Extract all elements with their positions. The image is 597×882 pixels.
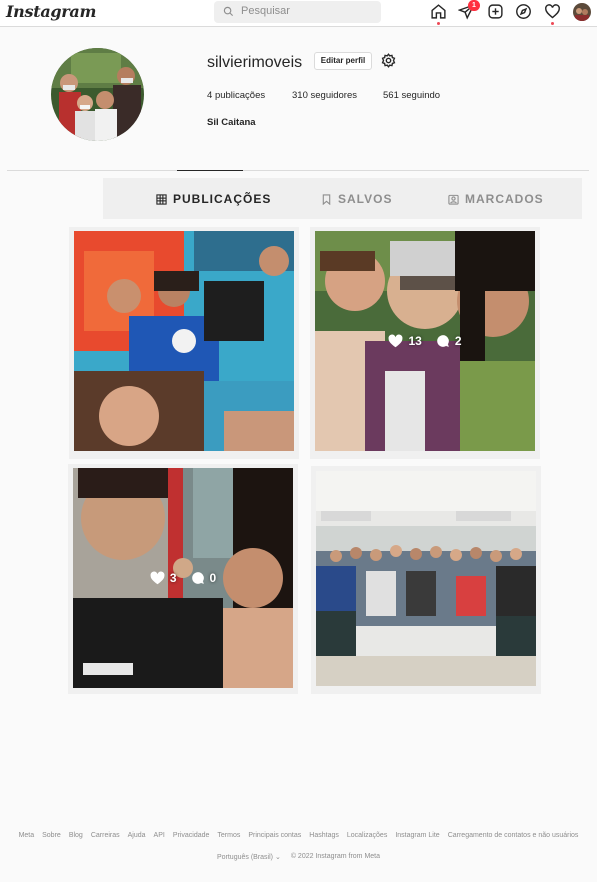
posts-count: 4 [207,90,213,101]
post-thumbnail-2[interactable]: 13 2 [315,231,535,451]
footer-link-localizacoes[interactable]: Localizações [347,832,387,839]
following-stat[interactable]: 561 seguindo [383,90,440,101]
footer-link-privacidade[interactable]: Privacidade [173,832,210,839]
followers-label: seguidores [310,90,357,101]
footer-bottom: Português (Brasil) ⌄ © 2022 Instagram fr… [0,853,597,861]
footer-link-contatos[interactable]: Carregamento de contatos e não usuários [448,832,579,839]
search-input[interactable]: Pesquisar [214,1,381,23]
home-active-dot [437,22,440,25]
followers-stat[interactable]: 310 seguidores [292,90,357,101]
post-stats-overlay: 3 0 [73,468,293,688]
chevron-down-icon: ⌄ [274,854,281,861]
footer-link-hashtags[interactable]: Hashtags [309,832,339,839]
header-divider [7,170,589,171]
notification-badge: 1 [468,0,480,11]
posts-label: publicações [214,90,266,101]
search-icon [223,6,234,17]
likes-stat: 3 [150,571,177,585]
footer-links: Meta Sobre Blog Carreiras Ajuda API Priv… [0,832,597,839]
comment-filled-icon [191,572,204,584]
footer-link-meta[interactable]: Meta [19,832,35,839]
comments-count: 2 [454,334,462,348]
post-thumbnail-4[interactable] [316,471,536,686]
copyright: © 2022 Instagram from Meta [290,853,381,860]
heart-filled-icon [150,571,165,585]
grid-icon [156,193,167,205]
footer-link-instagram-lite[interactable]: Instagram Lite [395,832,439,839]
tagged-icon [448,194,459,205]
footer-link-api[interactable]: API [154,832,165,839]
footer-link-blog[interactable]: Blog [69,832,83,839]
tab-salvos[interactable]: SALVOS [321,192,392,206]
profile-username: silvierimoveis [207,54,303,71]
profile-picture[interactable] [51,48,144,141]
post-stats-overlay: 13 2 [315,231,535,451]
following-label: seguindo [401,90,441,101]
post-thumbnail-1[interactable] [74,231,294,451]
following-count: 561 [383,90,399,101]
footer-link-termos[interactable]: Termos [217,832,240,839]
new-post-icon[interactable] [487,3,504,20]
post-thumbnail-3[interactable]: 3 0 [73,468,293,688]
active-tab-indicator [177,170,243,171]
footer-link-sobre[interactable]: Sobre [42,832,61,839]
bookmark-icon [322,193,331,205]
top-navigation-bar: Instagram Pesquisar 1 [0,0,597,27]
explore-icon[interactable] [515,3,532,20]
comments-stat: 2 [436,334,462,348]
posts-stat: 4 publicações [207,90,265,101]
heart-filled-icon [389,334,403,348]
followers-count: 310 [292,90,308,101]
comments-stat: 0 [191,571,217,585]
activity-dot [551,22,554,25]
tab-label: SALVOS [338,192,393,206]
profile-full-name: Sil Caitana [207,117,256,128]
tab-publicacoes[interactable]: PUBLICAÇÕES [156,192,271,206]
comment-filled-icon [437,335,449,347]
settings-gear-icon[interactable] [381,53,396,68]
likes-stat: 13 [388,334,422,348]
activity-heart-icon[interactable] [544,3,561,20]
footer-link-principais-contas[interactable]: Principais contas [248,832,301,839]
language-selector[interactable]: Português (Brasil) ⌄ [217,853,281,861]
comments-count: 0 [209,571,217,585]
search-placeholder: Pesquisar [241,5,290,17]
home-icon[interactable] [430,3,447,20]
tab-label: MARCADOS [465,192,544,206]
likes-count: 3 [169,571,177,585]
footer-link-ajuda[interactable]: Ajuda [128,832,146,839]
profile-avatar[interactable] [573,3,591,21]
language-label: Português (Brasil) [216,854,273,861]
tab-marcados[interactable]: MARCADOS [448,192,544,206]
tab-label: PUBLICAÇÕES [173,192,272,206]
footer-link-carreiras[interactable]: Carreiras [91,832,120,839]
profile-tabs: PUBLICAÇÕES SALVOS MARCADOS [103,178,582,219]
likes-count: 13 [408,334,422,348]
edit-profile-button[interactable]: Editar perfil [314,52,372,70]
instagram-logo[interactable]: Instagram [6,2,96,21]
